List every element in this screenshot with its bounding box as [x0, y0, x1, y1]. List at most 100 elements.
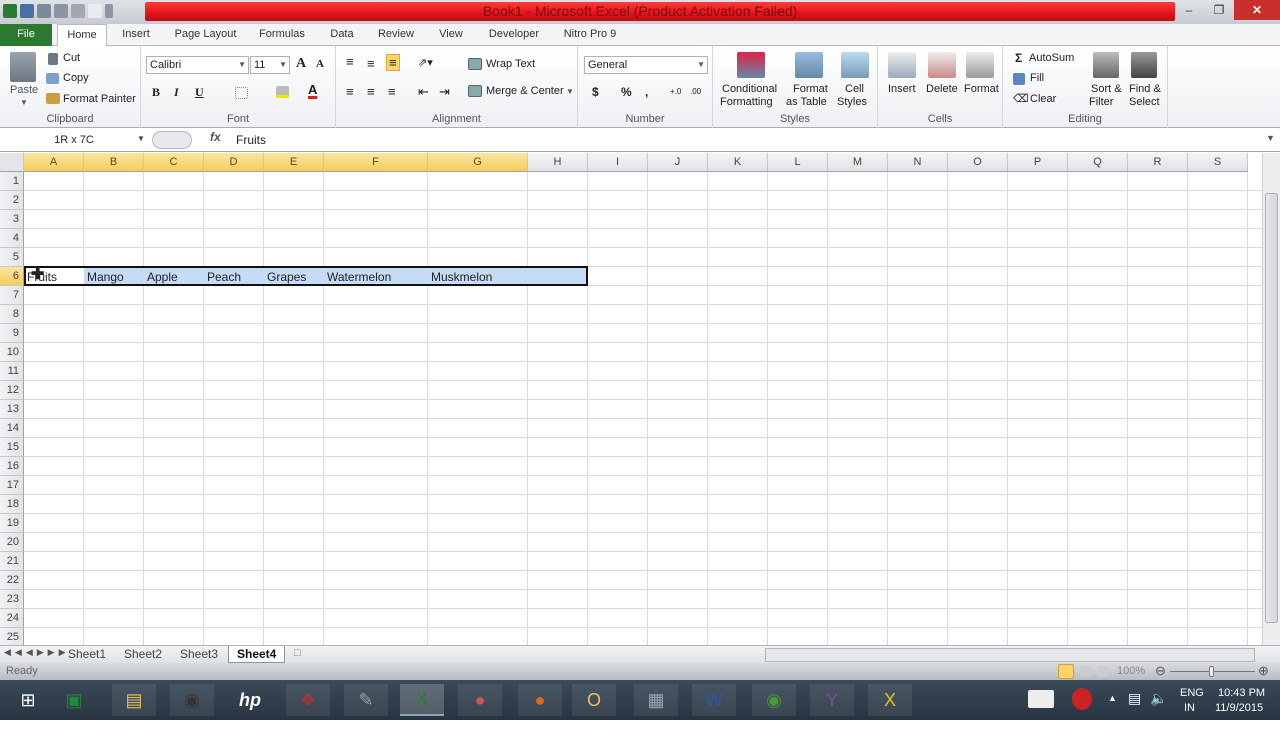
align-right-icon[interactable]: ≡	[388, 84, 396, 99]
fill-button[interactable]: Fill	[1030, 72, 1044, 84]
shrink-font-button[interactable]: A	[316, 58, 324, 70]
row-header-18[interactable]: 18	[0, 495, 24, 514]
align-bottom-icon[interactable]: ≡	[386, 54, 400, 71]
column-header-b[interactable]: B	[84, 153, 144, 172]
currency-button[interactable]: $	[592, 85, 599, 99]
column-header-e[interactable]: E	[264, 153, 324, 172]
expand-formula-bar-icon[interactable]: ▼	[1266, 133, 1275, 143]
cut-button[interactable]: Cut	[63, 52, 80, 64]
row-header-14[interactable]: 14	[0, 419, 24, 438]
column-header-l[interactable]: L	[768, 153, 828, 172]
format-painter-button[interactable]: Format Painter	[63, 93, 136, 105]
zoom-in-icon[interactable]: ⊕	[1258, 663, 1269, 679]
insert-function-icon[interactable]: fx	[210, 130, 221, 144]
merge-center-button[interactable]: Merge & Center	[486, 85, 564, 97]
name-box[interactable]: 1R x 7C	[0, 130, 148, 150]
column-header-h[interactable]: H	[528, 153, 588, 172]
sort-filter-button[interactable]: Sort &	[1091, 83, 1122, 95]
cell-c6[interactable]: Apple	[144, 268, 178, 286]
taskbar-file-explorer-icon[interactable]: ▤	[112, 684, 156, 716]
taskbar-firefox-icon[interactable]: ●	[518, 684, 562, 716]
column-header-o[interactable]: O	[948, 153, 1008, 172]
cell-g6[interactable]: Muskmelon	[428, 268, 492, 286]
row-header-13[interactable]: 13	[0, 400, 24, 419]
row-header-2[interactable]: 2	[0, 191, 24, 210]
select-all-button[interactable]	[0, 153, 24, 172]
underline-button[interactable]: U	[195, 85, 204, 100]
tab-view[interactable]: View	[430, 24, 472, 46]
align-top-icon[interactable]: ≡	[346, 54, 354, 69]
row-header-3[interactable]: 3	[0, 210, 24, 229]
show-hidden-icons[interactable]: ▲	[1108, 693, 1117, 733]
sheet-tab-2[interactable]: Sheet2	[116, 646, 170, 663]
alert-icon[interactable]	[1072, 688, 1092, 710]
column-header-n[interactable]: N	[888, 153, 948, 172]
bold-button[interactable]: B	[152, 85, 160, 100]
taskbar-xilisoft-icon[interactable]: X	[868, 684, 912, 716]
decrease-indent-icon[interactable]: ⇤	[418, 84, 429, 100]
cell-e6[interactable]: Grapes	[264, 268, 306, 286]
vertical-scroll-thumb[interactable]	[1265, 193, 1278, 623]
column-header-g[interactable]: G	[428, 153, 528, 172]
align-center-icon[interactable]: ≡	[367, 84, 375, 99]
zoom-slider-thumb[interactable]	[1209, 666, 1214, 677]
row-header-12[interactable]: 12	[0, 381, 24, 400]
paste-icon[interactable]	[10, 52, 36, 82]
font-name-select[interactable]: Calibri ▼	[146, 56, 249, 74]
column-header-j[interactable]: J	[648, 153, 708, 172]
zoom-out-icon[interactable]: ⊖	[1155, 663, 1166, 679]
row-header-4[interactable]: 4	[0, 229, 24, 248]
column-header-m[interactable]: M	[828, 153, 888, 172]
fill-color-icon[interactable]	[276, 86, 289, 98]
taskbar-word-icon[interactable]: W	[692, 684, 736, 716]
column-header-i[interactable]: I	[588, 153, 648, 172]
name-box-dropdown-icon[interactable]: ▼	[137, 134, 145, 143]
cell-b6[interactable]: Mango	[84, 268, 124, 286]
tab-insert[interactable]: Insert	[112, 24, 160, 46]
align-middle-icon[interactable]: ≡	[367, 56, 375, 71]
page-layout-view-icon[interactable]	[1080, 666, 1092, 677]
row-header-5[interactable]: 5	[0, 248, 24, 267]
tab-file[interactable]: File	[0, 24, 52, 46]
taskbar-webcam-icon[interactable]: ◉	[170, 684, 214, 716]
taskbar-chrome-icon[interactable]: ◉	[752, 684, 796, 716]
cell-styles-button[interactable]: Cell	[845, 83, 864, 95]
taskbar-excel-icon[interactable]: X	[400, 684, 444, 716]
insert-cells-button[interactable]: Insert	[888, 83, 916, 95]
tab-formulas[interactable]: Formulas	[252, 24, 312, 46]
insert-sheet-icon[interactable]: □	[294, 647, 301, 659]
conditional-formatting-button[interactable]: Conditional	[722, 83, 777, 95]
minimize-button[interactable]: –	[1174, 0, 1204, 20]
wrap-text-button[interactable]: Wrap Text	[486, 58, 535, 70]
cell-f6[interactable]: Watermelon	[324, 268, 391, 286]
copy-button[interactable]: Copy	[63, 72, 89, 84]
find-select-button[interactable]: Find &	[1129, 83, 1161, 95]
taskbar-notepad-icon[interactable]: ✎	[344, 684, 388, 716]
vertical-scrollbar[interactable]	[1262, 153, 1280, 645]
borders-icon[interactable]	[235, 87, 248, 99]
horizontal-scrollbar[interactable]	[765, 648, 1255, 662]
row-header-21[interactable]: 21	[0, 552, 24, 571]
column-header-p[interactable]: P	[1008, 153, 1068, 172]
row-header-10[interactable]: 10	[0, 343, 24, 362]
column-header-r[interactable]: R	[1128, 153, 1188, 172]
network-icon[interactable]: ▤	[1128, 690, 1141, 730]
italic-button[interactable]: I	[174, 85, 179, 100]
format-cells-button[interactable]: Format	[964, 83, 999, 95]
row-header-16[interactable]: 16	[0, 457, 24, 476]
row-header-9[interactable]: 9	[0, 324, 24, 343]
page-break-view-icon[interactable]	[1097, 666, 1109, 677]
row-header-11[interactable]: 11	[0, 362, 24, 381]
orientation-icon[interactable]: ⇗▾	[418, 56, 433, 69]
autosum-button[interactable]: AutoSum	[1029, 52, 1074, 64]
column-header-f[interactable]: F	[324, 153, 428, 172]
row-header-24[interactable]: 24	[0, 609, 24, 628]
taskbar-media-icon[interactable]: ●	[458, 684, 502, 716]
taskbar-start-icon[interactable]: ⊞	[6, 684, 50, 716]
cell-d6[interactable]: Peach	[204, 268, 241, 286]
clear-button[interactable]: Clear	[1030, 93, 1056, 105]
sort-filter-button-line2[interactable]: Filter	[1089, 96, 1113, 108]
taskbar-hp-icon[interactable]: hp	[228, 684, 272, 716]
decrease-decimal-button[interactable]: .00	[690, 87, 701, 96]
zoom-level[interactable]: 100%	[1117, 665, 1145, 677]
